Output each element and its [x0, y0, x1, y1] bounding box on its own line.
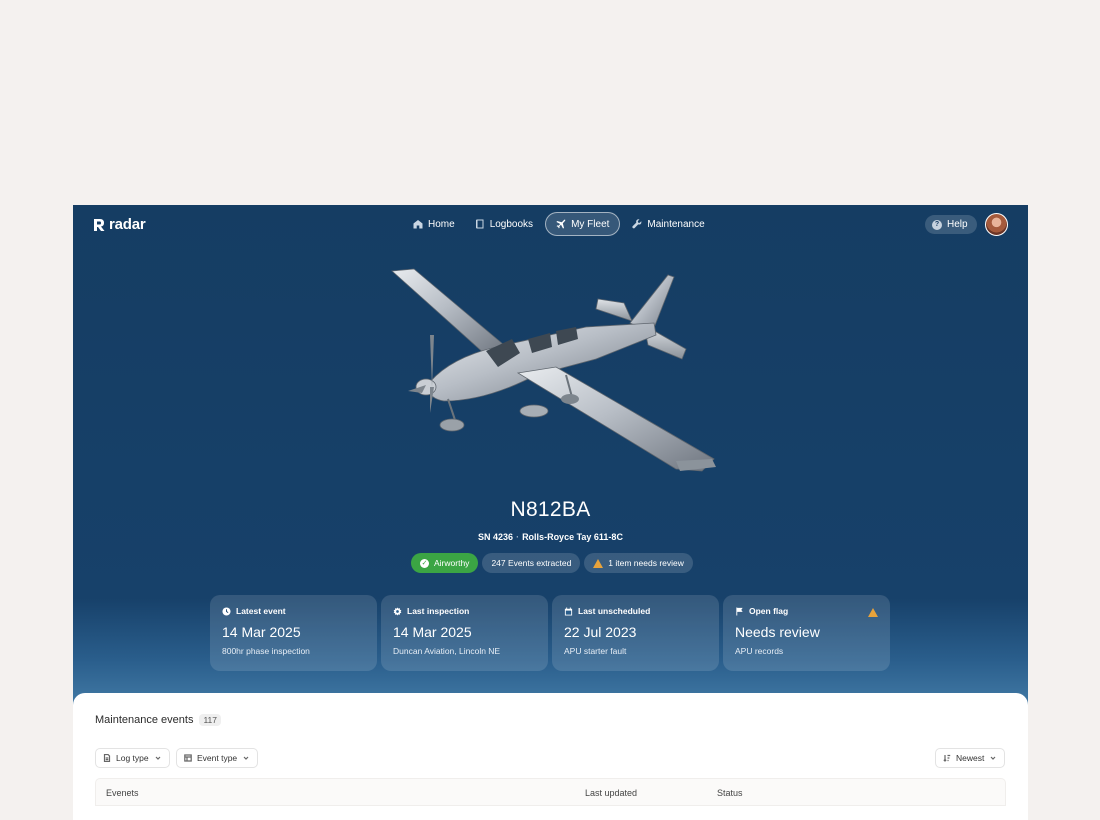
document-icon	[103, 754, 111, 762]
card-header: Open flag	[735, 606, 878, 616]
home-icon	[413, 220, 423, 229]
nav-item-label: Home	[428, 218, 455, 230]
nav-item-home[interactable]: Home	[405, 212, 463, 236]
nav-item-label: Logbooks	[489, 218, 534, 230]
card-header: Last unscheduled	[564, 606, 707, 616]
needs-review-label: 1 item needs review	[608, 558, 684, 568]
nav-item-logbooks[interactable]: Logbooks	[467, 212, 541, 236]
needs-review-badge[interactable]: 1 item needs review	[584, 553, 693, 573]
card-label: Latest event	[236, 606, 286, 616]
app-window: radar Home Logbooks My Fleet Maintenance…	[73, 205, 1028, 820]
top-nav: radar Home Logbooks My Fleet Maintenance…	[73, 205, 1028, 243]
panel-title: Maintenance events	[95, 714, 194, 726]
filter-label: Event type	[197, 753, 238, 763]
panel-header: Maintenance events 117	[95, 714, 222, 726]
card-subtext: Duncan Aviation, Lincoln NE	[393, 646, 501, 656]
help-icon: ?	[932, 219, 942, 230]
help-label: Help	[947, 219, 968, 230]
events-extracted-badge[interactable]: 247 Events extracted	[482, 553, 581, 573]
sort-icon	[943, 754, 951, 762]
nav-item-my-fleet[interactable]: My Fleet	[545, 212, 621, 236]
open-flag-card[interactable]: Open flag Needs review APU records	[723, 595, 890, 671]
card-subtext: APU starter fault	[564, 646, 627, 656]
calendar-icon	[564, 606, 573, 616]
sort-dropdown[interactable]: Newest	[935, 748, 1006, 768]
card-subtext: 800hr phase inspection	[222, 646, 310, 656]
last-inspection-card[interactable]: Last inspection 14 Mar 2025 Duncan Aviat…	[381, 595, 548, 671]
nav-item-maintenance[interactable]: Maintenance	[624, 212, 712, 236]
events-table-header: Evenets Last updated Status	[95, 778, 1006, 806]
airworthy-badge[interactable]: ✓ Airworthy	[411, 553, 479, 573]
filter-label: Log type	[116, 753, 149, 763]
radar-logo-icon	[94, 218, 105, 231]
column-header-status[interactable]: Status	[717, 788, 743, 798]
engine-model: Rolls-Royce Tay 611-8C	[522, 532, 623, 542]
last-unscheduled-card[interactable]: Last unscheduled 22 Jul 2023 APU starter…	[552, 595, 719, 671]
book-icon	[475, 219, 484, 229]
serial-number: SN 4236	[478, 532, 514, 542]
separator-dot: ·	[516, 532, 520, 542]
gear-icon	[393, 606, 402, 616]
maintenance-events-panel: Maintenance events 117 Log type Event ty…	[73, 693, 1028, 820]
column-header-last-updated[interactable]: Last updated	[585, 788, 637, 798]
aircraft-image	[391, 268, 716, 472]
brand-name: radar	[109, 216, 146, 233]
warning-icon	[593, 558, 604, 568]
column-header-events[interactable]: Evenets	[106, 788, 139, 798]
aircraft-details: SN 4236 · Rolls-Royce Tay 611-8C	[73, 532, 1028, 542]
card-value: 14 Mar 2025	[393, 624, 472, 640]
card-label: Last unscheduled	[578, 606, 651, 616]
chevron-down-icon	[990, 756, 996, 760]
chevron-down-icon	[243, 756, 249, 760]
warning-icon	[868, 608, 878, 617]
events-count-badge: 117	[199, 714, 222, 726]
card-value: 22 Jul 2023	[564, 624, 637, 640]
clock-icon	[222, 606, 231, 616]
table-icon	[184, 754, 192, 762]
flag-icon	[736, 606, 743, 616]
check-circle-icon: ✓	[420, 558, 429, 568]
wrench-icon	[632, 219, 642, 229]
sort-label: Newest	[956, 753, 985, 763]
nav-links: Home Logbooks My Fleet Maintenance	[405, 212, 713, 236]
events-extracted-label: 247 Events extracted	[491, 558, 572, 568]
card-value: 14 Mar 2025	[222, 624, 301, 640]
card-value: Needs review	[735, 624, 820, 640]
brand-logo[interactable]: radar	[93, 216, 146, 233]
log-type-filter[interactable]: Log type	[95, 748, 170, 768]
nav-item-label: Maintenance	[647, 218, 705, 230]
tail-number: N812BA	[510, 498, 591, 521]
event-type-filter[interactable]: Event type	[176, 748, 259, 768]
user-avatar[interactable]	[985, 213, 1008, 236]
latest-event-card[interactable]: Latest event 14 Mar 2025 800hr phase ins…	[210, 595, 377, 671]
plane-icon	[556, 219, 566, 229]
card-label: Open flag	[749, 606, 789, 616]
help-button[interactable]: ? Help	[925, 215, 977, 234]
card-label: Last inspection	[407, 606, 470, 616]
airworthy-label: Airworthy	[434, 558, 470, 568]
card-header: Latest event	[222, 606, 365, 616]
summary-cards: Latest event 14 Mar 2025 800hr phase ins…	[210, 595, 890, 671]
card-header: Last inspection	[393, 606, 536, 616]
chevron-down-icon	[155, 756, 161, 760]
nav-item-label: My Fleet	[571, 218, 610, 230]
status-badges: ✓ Airworthy 247 Events extracted 1 item …	[411, 553, 693, 573]
card-subtext: APU records	[735, 646, 784, 656]
